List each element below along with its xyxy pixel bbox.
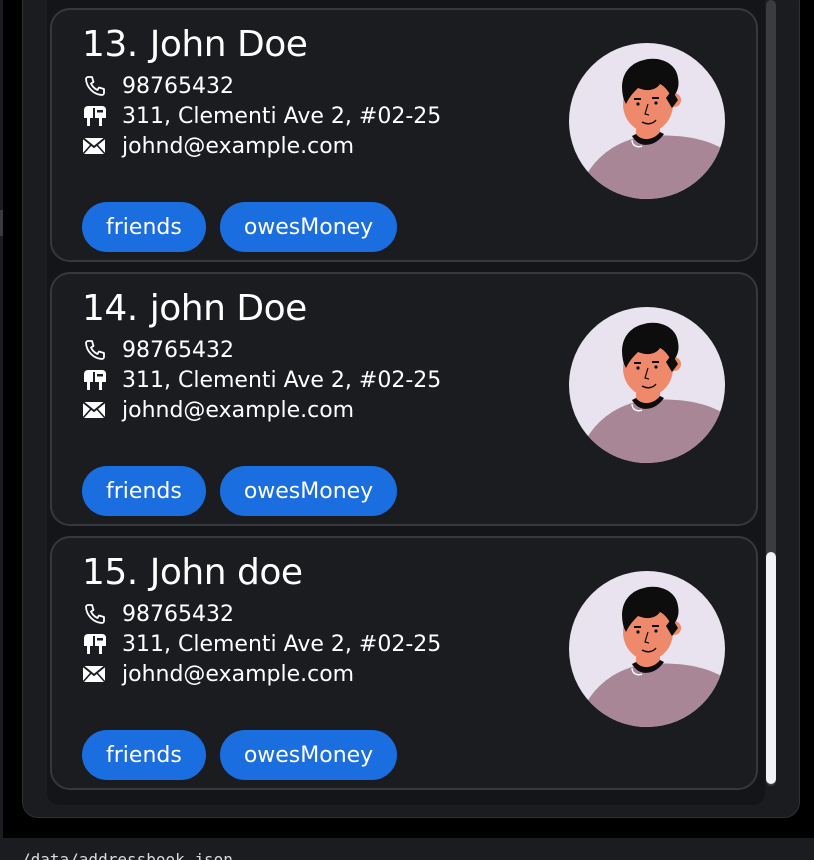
person-index: 15. (82, 552, 138, 593)
avatar (568, 306, 726, 464)
phone-text: 98765432 (122, 73, 234, 99)
person-name: John doe (149, 552, 303, 593)
phone-icon (82, 73, 112, 99)
address-row: 311, Clementi Ave 2, #02-25 (82, 366, 441, 394)
tag-list: friends owesMoney (82, 202, 398, 252)
person-card[interactable]: 14. john Doe 98765432 311, Clementi Ave 2… (50, 272, 758, 526)
phone-text: 98765432 (122, 601, 234, 627)
tag-list: friends owesMoney (82, 466, 398, 516)
envelope-icon (82, 133, 112, 159)
phone-row: 98765432 (82, 600, 234, 628)
status-bar: /data/addressbook.json (3, 838, 814, 860)
tag-owesmoney[interactable]: owesMoney (219, 730, 398, 780)
phone-row: 98765432 (82, 72, 234, 100)
tag-owesmoney[interactable]: owesMoney (219, 466, 398, 516)
person-name: John Doe (149, 24, 308, 65)
email-text: johnd@example.com (122, 133, 355, 159)
phone-icon (82, 601, 112, 627)
window-left-edge (0, 0, 3, 860)
phone-icon (82, 337, 112, 363)
email-row: johnd@example.com (82, 396, 354, 424)
save-location-text: /data/addressbook.json (21, 850, 233, 860)
person-index: 13. (82, 24, 138, 65)
person-name-line: 14. john Doe (82, 288, 307, 329)
envelope-icon (82, 397, 112, 423)
edge-tick (0, 210, 3, 236)
tag-list: friends owesMoney (82, 730, 398, 780)
person-index: 14. (82, 288, 138, 329)
person-name: john Doe (149, 288, 308, 329)
scrollbar-thumb[interactable] (766, 552, 776, 784)
address-row: 311, Clementi Ave 2, #02-25 (82, 102, 441, 130)
mailbox-icon (82, 103, 112, 129)
mailbox-icon (82, 367, 112, 393)
mailbox-icon (82, 631, 112, 657)
person-name-line: 15. John doe (82, 552, 303, 593)
address-text: 311, Clementi Ave 2, #02-25 (122, 631, 442, 657)
tag-owesmoney[interactable]: owesMoney (219, 202, 398, 252)
person-card[interactable]: 15. John doe 98765432 311, Clementi Ave 2… (50, 536, 758, 790)
tag-friends[interactable]: friends (82, 466, 206, 516)
avatar (568, 42, 726, 200)
avatar (568, 570, 726, 728)
email-text: johnd@example.com (122, 397, 355, 423)
person-card[interactable]: 13. John Doe 98765432 311, Clementi Ave 2… (50, 8, 758, 262)
address-row: 311, Clementi Ave 2, #02-25 (82, 630, 441, 658)
tag-friends[interactable]: friends (82, 730, 206, 780)
envelope-icon (82, 661, 112, 687)
phone-row: 98765432 (82, 336, 234, 364)
tag-friends[interactable]: friends (82, 202, 206, 252)
person-name-line: 13. John Doe (82, 24, 308, 65)
email-row: johnd@example.com (82, 660, 354, 688)
address-text: 311, Clementi Ave 2, #02-25 (122, 367, 442, 393)
email-row: johnd@example.com (82, 132, 354, 160)
address-text: 311, Clementi Ave 2, #02-25 (122, 103, 442, 129)
phone-text: 98765432 (122, 337, 234, 363)
email-text: johnd@example.com (122, 661, 355, 687)
